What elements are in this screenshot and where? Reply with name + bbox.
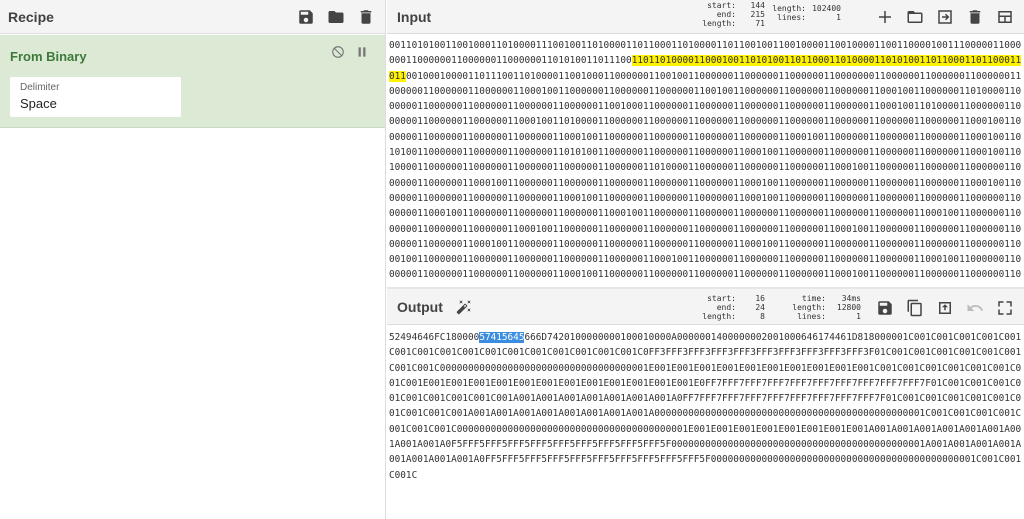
input-title: Input — [397, 8, 432, 25]
save-icon[interactable] — [295, 6, 317, 28]
folder-icon[interactable] — [325, 6, 347, 28]
disable-icon[interactable] — [331, 45, 345, 64]
output-textarea[interactable]: 52494646FC18000057415645666D742010000000… — [389, 330, 1023, 519]
io-area: Input start: 144 end: 215 length: 71 length… — [387, 0, 1024, 519]
output-selection-stats: start: 16 end: 24 length: 8 — [702, 294, 765, 321]
output-length-stats: time: 34ms length: 12800 lines: 1 — [792, 294, 861, 321]
delimiter-value: Space — [20, 96, 57, 111]
pause-icon[interactable] — [355, 45, 369, 64]
input-length-stats: length: 102400 lines: 1 — [772, 4, 841, 22]
input-header: Input start: 144 end: 215 length: 71 length… — [387, 0, 1024, 34]
delimiter-field[interactable]: Delimiter Space — [10, 77, 181, 117]
input-textarea[interactable]: 0011010100110010001101000011100100110100… — [389, 38, 1023, 285]
replace-input-icon[interactable] — [934, 297, 956, 319]
app-window: Recipe From Binary Delimiter Space Input… — [0, 0, 1024, 519]
recipe-title: Recipe — [8, 8, 54, 25]
save-output-icon[interactable] — [874, 297, 896, 319]
copy-output-icon[interactable] — [904, 297, 926, 319]
magic-wand-icon[interactable] — [453, 296, 475, 318]
tile-layout-icon[interactable] — [994, 6, 1016, 28]
import-file-icon[interactable] — [934, 6, 956, 28]
output-selection: 57415645 — [479, 332, 525, 343]
input-selection-stats: start: 144 end: 215 length: 71 — [702, 1, 765, 28]
output-title: Output — [397, 298, 443, 315]
add-input-icon[interactable] — [874, 6, 896, 28]
operation-title: From Binary — [10, 49, 87, 64]
undo-icon[interactable] — [964, 297, 986, 319]
maximize-icon[interactable] — [994, 297, 1016, 319]
recipe-header: Recipe — [0, 0, 385, 34]
clear-input-icon[interactable] — [964, 6, 986, 28]
recipe-panel: Recipe From Binary Delimiter Space — [0, 0, 386, 519]
operation-from-binary[interactable]: From Binary Delimiter Space — [0, 35, 385, 128]
open-folder-icon[interactable] — [904, 6, 926, 28]
trash-icon[interactable] — [355, 6, 377, 28]
output-header: Output start: 16 end: 24 length: 8 time: 34m… — [387, 289, 1024, 325]
delimiter-label: Delimiter — [20, 82, 60, 93]
